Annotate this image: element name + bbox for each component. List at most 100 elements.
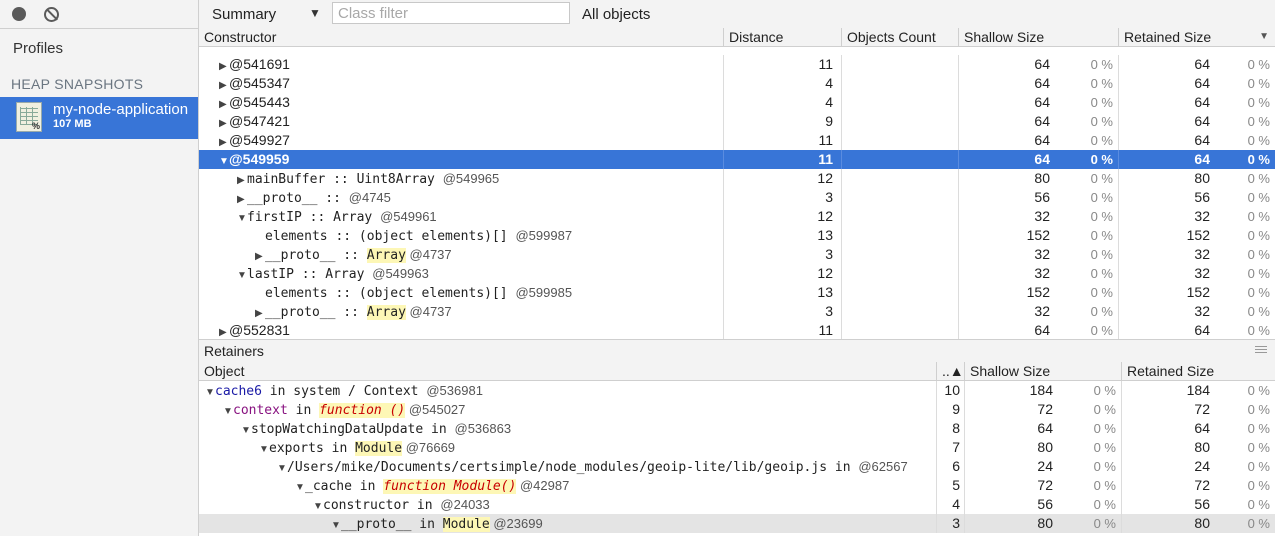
collapsed-triangle-icon[interactable]: ▶ [219, 114, 229, 131]
shallow-size-cell: 32 [958, 302, 1058, 321]
retainer-retained-cell: 80 [1121, 438, 1218, 457]
collapsed-triangle-icon[interactable]: ▶ [219, 76, 229, 93]
retainer-object-cell: ▼/Users/mike/Documents/certsimple/node_m… [199, 457, 936, 476]
resize-grip-icon[interactable] [1255, 344, 1267, 353]
expanded-triangle-icon[interactable]: ▼ [259, 440, 269, 457]
table-row[interactable]: ▶ __proto__ :: Array @4737 3 32 0 % 32 0 % [199, 245, 1275, 264]
retainer-row[interactable]: ▼stopWatchingDataUpdate in @536863 8 64 0 %… [199, 419, 1275, 438]
collapsed-triangle-icon[interactable]: ▶ [219, 133, 229, 150]
table-row[interactable]: ▶ @541691 11 64 0 % 64 0 % [199, 55, 1275, 74]
table-row[interactable]: elements :: (object elements)[] @599985 1… [199, 283, 1275, 302]
col-ret-shallow-size[interactable]: Shallow Size [964, 362, 1121, 380]
expanded-triangle-icon[interactable]: ▼ [205, 383, 215, 400]
collapsed-triangle-icon[interactable]: ▶ [237, 190, 247, 207]
constructor-cell: ▼firstIP :: Array @549961 [199, 207, 723, 226]
collapsed-triangle-icon[interactable]: ▶ [255, 247, 265, 264]
retainer-row[interactable]: ▼__proto__ in Module @23699 3 80 0 % 80 0 % [199, 514, 1275, 533]
shallow-percent-cell: 0 % [1090, 266, 1113, 281]
retained-size-cell: 152 [1118, 283, 1218, 302]
col-distance[interactable]: Distance [723, 28, 841, 46]
expanded-triangle-icon[interactable]: ▼ [241, 421, 251, 438]
collapsed-triangle-icon[interactable]: ▶ [255, 304, 265, 321]
expanded-triangle-icon[interactable]: ▼ [313, 497, 323, 514]
retainer-row[interactable]: ▼_cache in function Module() @42987 5 72 0 … [199, 476, 1275, 495]
table-row[interactable]: elements :: (object elements)[] @599987 1… [199, 226, 1275, 245]
objects-count-cell [841, 188, 958, 207]
expanded-triangle-icon[interactable]: ▼ [223, 402, 233, 419]
retainer-in: in [411, 517, 443, 532]
table-row[interactable]: ▼lastIP :: Array @549963 12 32 0 % 32 0 % [199, 264, 1275, 283]
retainer-retained-cell: 72 [1121, 476, 1218, 495]
col-shallow-size[interactable]: Shallow Size [958, 28, 1118, 46]
node-name: @545443 [229, 94, 290, 110]
table-row[interactable]: ▼@549959 11 64 0 % 64 0 % [199, 150, 1275, 169]
constructor-cell: ▶ @545347 [199, 74, 723, 93]
expanded-triangle-icon[interactable]: ▼ [277, 459, 287, 476]
retainer-row[interactable]: ▼exports in Module @76669 7 80 0 % 80 0 % [199, 438, 1275, 457]
sidebar-toolbar [0, 0, 198, 29]
retainer-retained-percent: 0 % [1247, 478, 1270, 493]
expanded-triangle-icon[interactable]: ▼ [219, 152, 229, 169]
expanded-triangle-icon[interactable]: ▼ [237, 266, 247, 283]
node-id: @599987 [515, 228, 573, 243]
collapsed-triangle-icon[interactable]: ▶ [219, 95, 229, 112]
retainer-row[interactable]: ▼constructor in @24033 4 56 0 % 56 0 % [199, 495, 1275, 514]
retainer-retained-percent: 0 % [1247, 383, 1270, 398]
expanded-triangle-icon[interactable]: ▼ [331, 516, 341, 533]
expanded-triangle-icon[interactable]: ▼ [295, 478, 305, 495]
retained-percent-cell: 0 % [1247, 266, 1270, 281]
table-row[interactable]: ▶ __proto__ :: Array @4737 3 32 0 % 32 0 % [199, 302, 1275, 321]
node-id: @549965 [442, 171, 500, 186]
col-distance-sorted[interactable]: ..▲ [936, 362, 964, 380]
constructor-cell: ▶ __proto__ :: @4745 [199, 188, 723, 207]
node-id: @549963 [372, 266, 429, 281]
retainer-row[interactable]: ▼/Users/mike/Documents/certsimple/node_m… [199, 457, 1275, 476]
table-row[interactable]: ▶ @552831 11 64 0 % 64 0 % [199, 321, 1275, 339]
constructor-cell: ▶ __proto__ :: Array @4737 [199, 245, 723, 264]
retainer-in: in [423, 422, 455, 437]
collapsed-triangle-icon[interactable]: ▶ [219, 57, 229, 74]
record-icon[interactable] [12, 7, 26, 21]
col-ret-retained-size[interactable]: Retained Size [1121, 362, 1275, 380]
col-object[interactable]: Object [199, 362, 936, 380]
retained-size-cell: 32 [1118, 207, 1218, 226]
distance-cell: 11 [723, 150, 841, 169]
heap-snapshot-icon: % [16, 102, 42, 132]
retainer-row[interactable]: ▼context in function () @545027 9 72 0 % 72 0… [199, 400, 1275, 419]
retained-percent-cell: 0 % [1247, 171, 1270, 186]
table-row[interactable]: ▶ @547421 9 64 0 % 64 0 % [199, 112, 1275, 131]
snapshot-item[interactable]: % my-node-application 107 MB [0, 97, 198, 139]
objects-filter-select[interactable]: All objects [582, 6, 650, 23]
retainers-header: Retainers [199, 339, 1275, 363]
node-name: @545347 [229, 75, 290, 91]
collapsed-triangle-icon[interactable]: ▶ [219, 323, 229, 339]
table-row-partial [199, 47, 1275, 55]
col-objects-count[interactable]: Objects Count [841, 28, 958, 46]
class-filter-input[interactable] [332, 2, 570, 24]
retained-size-cell: 64 [1118, 321, 1218, 339]
retainer-shallow-cell: 72 [964, 400, 1061, 419]
clear-icon[interactable] [44, 7, 59, 22]
table-row[interactable]: ▶ __proto__ :: @4745 3 56 0 % 56 0 % [199, 188, 1275, 207]
table-row[interactable]: ▶ @549927 11 64 0 % 64 0 % [199, 131, 1275, 150]
distance-cell: 4 [723, 93, 841, 112]
expanded-triangle-icon[interactable]: ▼ [237, 209, 247, 226]
table-row[interactable]: ▶ @545443 4 64 0 % 64 0 % [199, 93, 1275, 112]
col-retained-size[interactable]: Retained Size ▼ [1118, 28, 1275, 46]
retained-percent-cell: 0 % [1247, 304, 1270, 319]
view-select[interactable]: Summary [212, 6, 276, 23]
retained-percent-cell: 0 % [1247, 228, 1270, 243]
retainer-name: constructor [323, 498, 410, 513]
collapsed-triangle-icon[interactable]: ▶ [237, 171, 247, 188]
chevron-down-icon[interactable]: ▼ [309, 6, 321, 20]
col-constructor[interactable]: Constructor [199, 28, 723, 46]
retainer-shallow-percent: 0 % [1093, 459, 1116, 474]
retainer-row[interactable]: ▼cache6 in system / Context @536981 10 184… [199, 381, 1275, 400]
table-row[interactable]: ▶ mainBuffer :: Uint8Array @549965 12 80 0 %… [199, 169, 1275, 188]
retained-size-cell: 56 [1118, 188, 1218, 207]
table-row[interactable]: ▼firstIP :: Array @549961 12 32 0 % 32 0 % [199, 207, 1275, 226]
retainer-retained-cell: 184 [1121, 381, 1218, 400]
shallow-percent-cell: 0 % [1090, 228, 1113, 243]
table-row[interactable]: ▶ @545347 4 64 0 % 64 0 % [199, 74, 1275, 93]
objects-count-cell [841, 55, 958, 74]
